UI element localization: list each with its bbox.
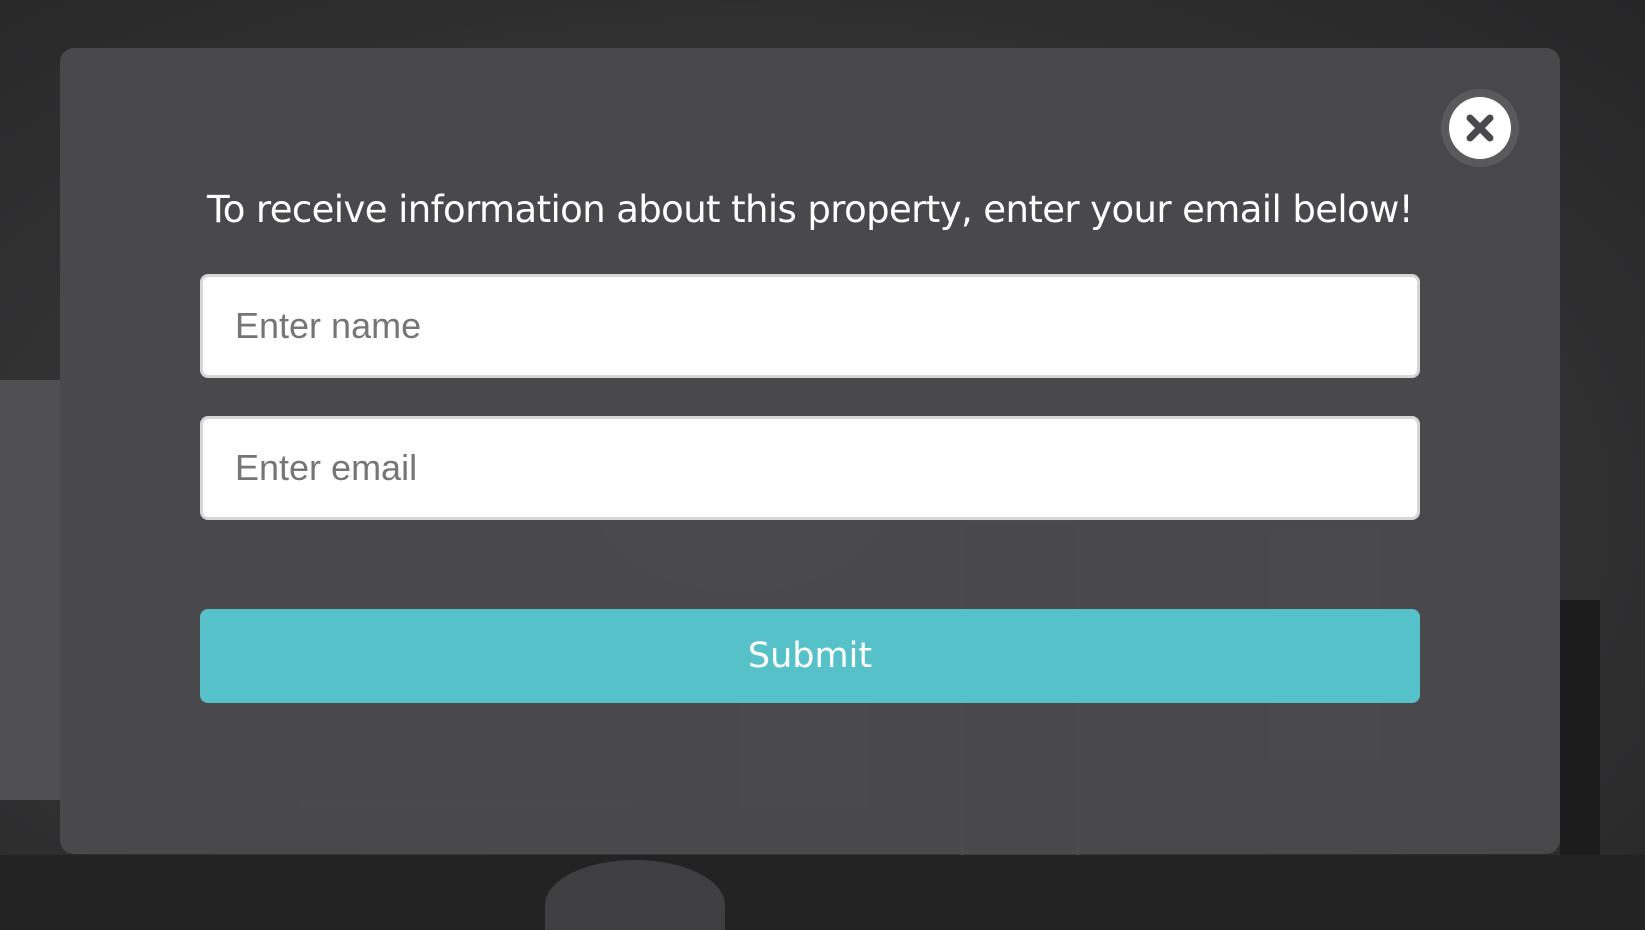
email-capture-modal: To receive information about this proper… (60, 48, 1560, 854)
background-floor (0, 855, 1645, 930)
name-input[interactable] (200, 274, 1420, 378)
close-button[interactable] (1441, 89, 1519, 167)
modal-prompt-text: To receive information about this proper… (207, 188, 1414, 231)
submit-button[interactable]: Submit (200, 609, 1420, 703)
close-icon (1449, 97, 1511, 159)
email-input[interactable] (200, 416, 1420, 520)
